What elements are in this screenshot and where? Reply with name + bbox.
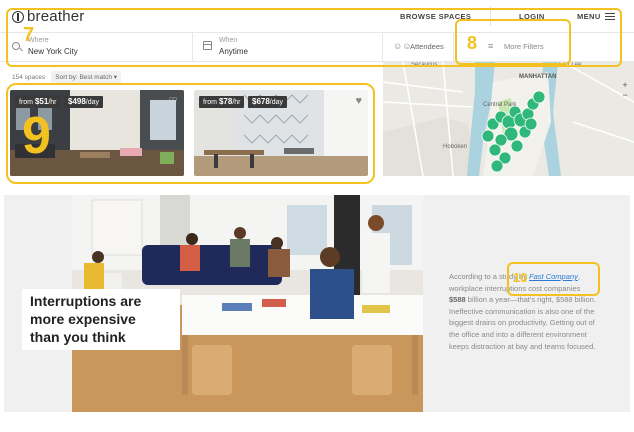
annotation-number-10: 10 (513, 270, 528, 285)
zoom-in-button[interactable]: + (620, 80, 630, 90)
map-canvas[interactable] (383, 62, 634, 176)
sort-dropdown[interactable]: Sort by: Best match ▾ (51, 71, 122, 83)
headline-line: than you think (30, 329, 126, 345)
quote-bold: $588 (449, 295, 466, 305)
chevron-down-icon: ▾ (113, 74, 118, 81)
sort-label: Sort by: (55, 74, 78, 81)
annotation-number-8: 8 (467, 33, 478, 53)
headline-line: more expensive (30, 311, 136, 327)
map-panel[interactable]: Secaucus Fort Lee MANHATTAN Central Park… (383, 62, 634, 176)
sort-value: Best match (79, 74, 112, 81)
headline-line: Interruptions are (30, 293, 142, 309)
hero-headline: Interruptions are more expensive than yo… (22, 289, 180, 350)
map-label: MANHATTAN (519, 74, 557, 80)
map-label: Hoboken (443, 144, 468, 150)
annotation-number-9: 9 (22, 107, 51, 165)
quote-text: billion a year—that's right, $588 billio… (449, 295, 596, 351)
zoom-out-button[interactable]: − (620, 90, 630, 100)
annotation-number-7: 7 (23, 24, 35, 46)
map-zoom-controls: + − (620, 80, 630, 100)
page: breather BROWSE SPACES LOGIN MENU Where … (0, 0, 634, 432)
map-label: Central Park (483, 102, 517, 108)
annotation-box-9 (6, 83, 375, 184)
results-count: 154 spaces (12, 73, 46, 81)
results-toolbar: 154 spaces Sort by: Best match ▾ (12, 71, 122, 83)
